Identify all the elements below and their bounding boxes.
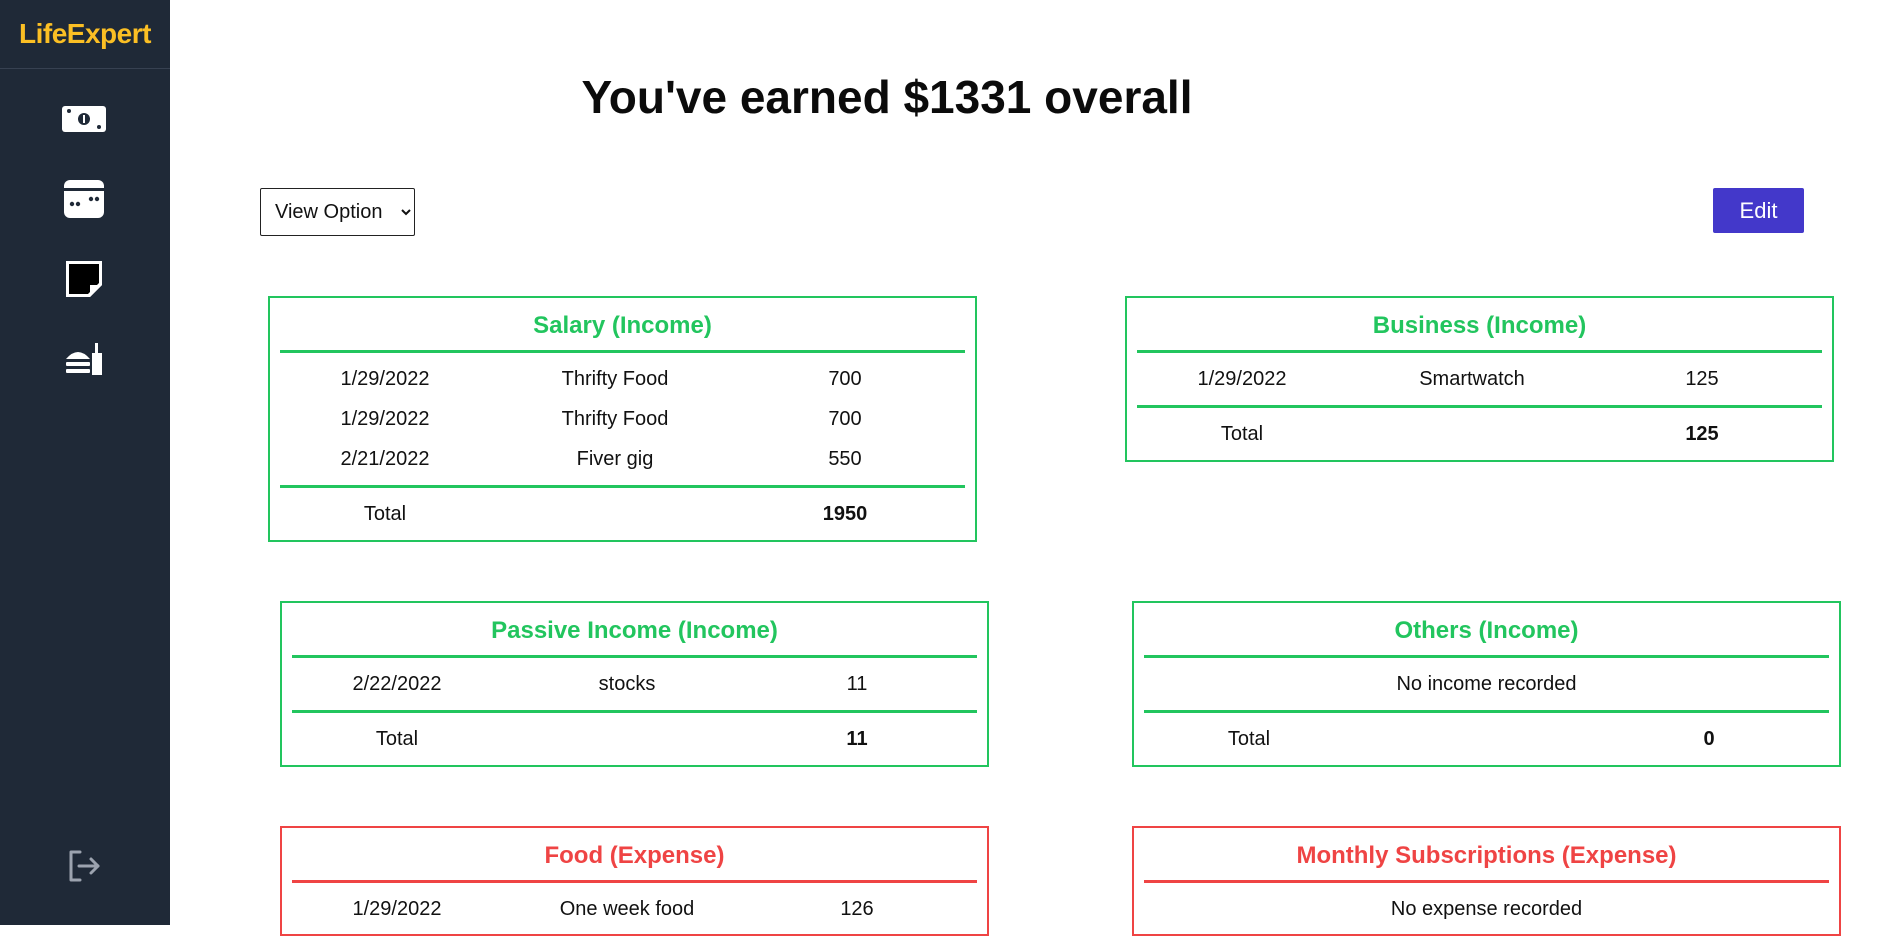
app-logo[interactable]: LifeExpert [0, 0, 170, 69]
total-value: 0 [1703, 727, 1715, 750]
row-date: 2/22/2022 [352, 672, 442, 695]
row-amount: 126 [840, 897, 874, 920]
logout-icon [69, 850, 100, 882]
row-amount: 700 [828, 407, 862, 430]
fast-food-icon [66, 343, 102, 375]
card-title: Others (Income) [1394, 617, 1579, 644]
row-description: stocks [598, 672, 656, 695]
sidebar-item-food[interactable] [60, 335, 108, 383]
view-option-select[interactable]: View Option [260, 188, 415, 236]
total-label: Total [1220, 422, 1264, 445]
table-row: 1/29/2022 One week food 126 [282, 889, 987, 929]
row-description: Fiver gig [576, 447, 654, 470]
row-description: Thrifty Food [561, 367, 669, 390]
row-date: 2/21/2022 [340, 447, 430, 470]
others-card: Others (Income) No income recorded Total… [1132, 601, 1841, 767]
row-amount: 700 [828, 367, 862, 390]
row-amount: 11 [846, 672, 868, 695]
total-label: Total [363, 502, 407, 525]
subscriptions-expense-card: Monthly Subscriptions (Expense) No expen… [1132, 826, 1841, 936]
note-icon [66, 261, 102, 297]
sidebar-item-subscriptions[interactable] [60, 175, 108, 223]
total-row: Total 125 [1127, 408, 1832, 460]
card-title: Food (Expense) [544, 842, 725, 869]
sidebar: LifeExpert [0, 0, 170, 925]
row-description: One week food [559, 897, 695, 920]
logout-button[interactable] [60, 842, 108, 890]
row-date: 1/29/2022 [352, 897, 442, 920]
row-description: Smartwatch [1419, 367, 1525, 390]
total-row: Total 11 [282, 713, 987, 765]
total-row: Total 0 [1134, 713, 1839, 765]
food-expense-card: Food (Expense) 1/29/2022 One week food 1… [280, 826, 989, 936]
card-title: Salary (Income) [533, 312, 712, 339]
main-content: You've earned $1331 overall View Option … [170, 0, 1904, 936]
page-title: You've earned $1331 overall [581, 71, 1193, 123]
salary-card: Salary (Income) 1/29/2022 Thrifty Food 7… [268, 296, 977, 542]
card-title: Monthly Subscriptions (Expense) [1296, 842, 1677, 869]
total-label: Total [1227, 727, 1271, 750]
row-description: Thrifty Food [561, 407, 669, 430]
total-value: 1950 [822, 502, 868, 525]
row-date: 1/29/2022 [340, 407, 430, 430]
row-date: 1/29/2022 [340, 367, 430, 390]
table-row: 2/21/2022 Fiver gig 550 [270, 439, 975, 479]
sidebar-item-notes[interactable] [60, 255, 108, 303]
empty-message: No income recorded [1396, 673, 1577, 695]
total-value: 11 [846, 727, 868, 750]
row-amount: 550 [828, 447, 862, 470]
edit-button[interactable]: Edit [1713, 188, 1804, 233]
row-date: 1/29/2022 [1197, 367, 1287, 390]
money-icon [62, 106, 106, 132]
empty-message: No expense recorded [1390, 898, 1583, 920]
table-row: 2/22/2022 stocks 11 [282, 664, 987, 704]
business-card: Business (Income) 1/29/2022 Smartwatch 1… [1125, 296, 1834, 462]
card-title: Passive Income (Income) [491, 617, 778, 644]
row-amount: 125 [1685, 367, 1719, 390]
table-row: 1/29/2022 Smartwatch 125 [1127, 359, 1832, 399]
total-row: Total 1950 [270, 488, 975, 540]
passive-income-card: Passive Income (Income) 2/22/2022 stocks… [280, 601, 989, 767]
sidebar-item-income[interactable] [60, 95, 108, 143]
table-row: 1/29/2022 Thrifty Food 700 [270, 399, 975, 439]
total-value: 125 [1685, 422, 1719, 445]
table-row: 1/29/2022 Thrifty Food 700 [270, 359, 975, 399]
card-title: Business (Income) [1372, 312, 1587, 339]
total-label: Total [375, 727, 419, 750]
browser-window-icon [64, 180, 104, 218]
